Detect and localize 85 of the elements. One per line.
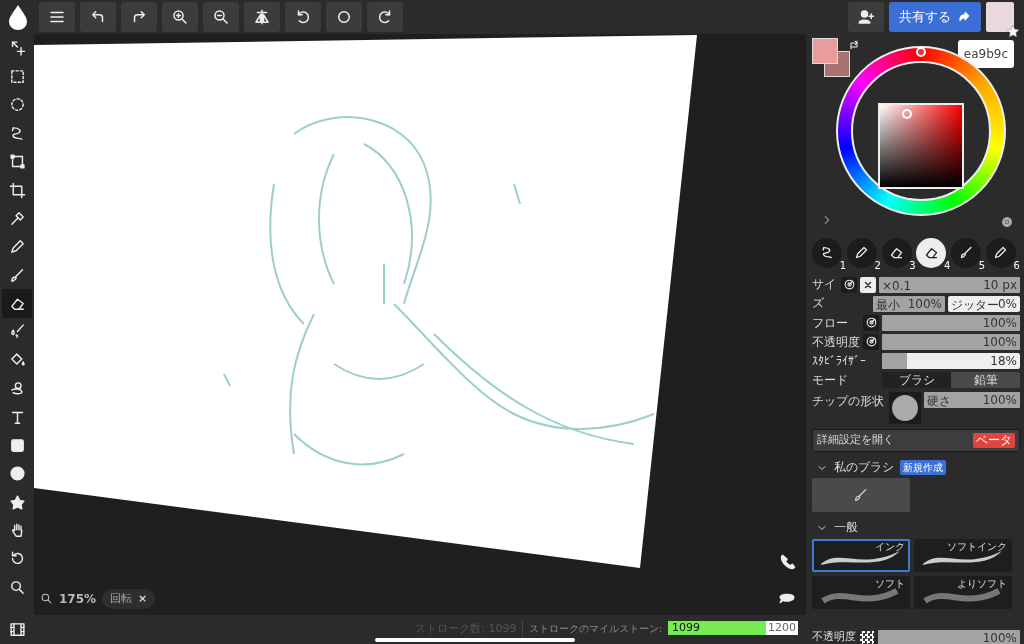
mode-option[interactable]: ブラシ <box>882 371 951 388</box>
stroke-preview-icon <box>922 551 1002 567</box>
redo-button[interactable] <box>121 2 157 32</box>
pressure-toggle-icon[interactable] <box>864 335 878 348</box>
flow-slider[interactable]: 100% <box>882 314 1020 331</box>
new-badge[interactable]: 新規作成 <box>900 459 946 475</box>
brush-preset[interactable]: ソフトインク <box>914 539 1012 572</box>
mode-label: モード <box>812 371 849 389</box>
flow-label: フロー <box>812 314 849 332</box>
undo-button[interactable] <box>80 2 116 32</box>
layer-opacity-label: 不透明度 <box>812 629 856 644</box>
section-title[interactable]: 一般 <box>834 518 858 536</box>
swap-colors-icon[interactable] <box>848 39 860 51</box>
flip-icon <box>253 8 271 26</box>
zoom-in-button[interactable] <box>162 2 198 32</box>
brush-preset[interactable]: インク <box>812 539 910 572</box>
hardness-slider[interactable]: 硬さ 100% <box>924 392 1020 408</box>
menu-button[interactable] <box>39 2 75 32</box>
reset-rotation-button[interactable] <box>326 2 362 32</box>
ellipse-select-icon[interactable] <box>8 96 26 114</box>
opacity-slider[interactable]: 100% <box>882 333 1020 350</box>
drop-logo-icon <box>7 4 29 30</box>
hue-handle[interactable] <box>916 47 926 57</box>
tip-shape-preview[interactable] <box>889 392 921 424</box>
pressure-toggle-icon[interactable] <box>864 316 878 329</box>
tool-icon <box>923 245 939 260</box>
zoom-icon <box>40 592 53 606</box>
zoom-out-icon <box>212 8 230 26</box>
pressure-toggle-icon[interactable] <box>842 278 856 291</box>
tool-icon <box>889 245 905 260</box>
zoom-out-button[interactable] <box>203 2 239 32</box>
tool-icon <box>993 245 1009 260</box>
blend-icon[interactable] <box>8 323 26 341</box>
milestone-progress: 1099 1200 <box>668 621 798 635</box>
star-icon <box>1006 24 1020 38</box>
opacity-label: 不透明度 <box>812 333 860 351</box>
rotate-left-button[interactable] <box>285 2 321 32</box>
tool-icon <box>854 245 870 260</box>
size-label: サイズ <box>812 276 837 312</box>
tool-icon <box>958 245 974 260</box>
share-button[interactable]: 共有する <box>889 2 981 32</box>
brush-icon[interactable] <box>8 266 26 284</box>
layer-opacity-slider[interactable]: 100% <box>878 629 1020 644</box>
stroke-preview-icon <box>820 588 900 604</box>
star-icon[interactable] <box>8 493 26 511</box>
stroke-preview-icon <box>922 588 1002 604</box>
hex-color-field[interactable]: ea9b9c <box>957 40 1014 68</box>
brush-preset[interactable]: ソフト <box>812 576 910 609</box>
rotate-right-button[interactable] <box>367 2 403 32</box>
circle-icon <box>335 8 353 26</box>
crop-icon[interactable] <box>8 181 26 199</box>
circle-icon[interactable] <box>8 465 26 483</box>
min-size-slider[interactable]: 最小 100% <box>873 295 945 312</box>
phone-icon[interactable] <box>778 553 796 571</box>
stabilizer-label: ｽﾀﾋﾞﾗｲｻﾞｰ <box>812 352 867 370</box>
share-arrow-icon <box>957 10 971 24</box>
add-user-icon <box>857 8 875 26</box>
primary-color-swatch[interactable] <box>812 38 838 64</box>
transparency-icon <box>860 630 874 644</box>
add-brush-icon <box>853 487 869 503</box>
search-icon[interactable] <box>8 578 26 596</box>
zoom-in-icon <box>171 8 189 26</box>
tip-shape-label: チップの形状 <box>812 393 884 410</box>
transform-icon[interactable] <box>8 153 26 171</box>
invite-user-button[interactable] <box>848 2 884 32</box>
mode-option[interactable]: 鉛筆 <box>951 371 1020 388</box>
beta-badge: ベータ <box>973 433 1015 448</box>
film-icon[interactable] <box>8 621 26 639</box>
size-slider[interactable]: ×0.1 10 px <box>879 276 1020 293</box>
square-icon[interactable] <box>8 436 26 454</box>
color-picker-handle[interactable] <box>902 109 912 119</box>
stroke-preview-icon <box>820 551 900 567</box>
advanced-settings-button[interactable]: 詳細設定を開く ベータ <box>812 429 1020 452</box>
flip-button[interactable] <box>244 2 280 32</box>
zoom-level: 175% <box>59 590 97 608</box>
jitter-slider[interactable]: ジッター0% <box>948 295 1020 312</box>
pencil-icon[interactable] <box>8 238 26 256</box>
brush-preset[interactable]: よりソフト <box>914 576 1012 609</box>
section-title[interactable]: 私のブラシ <box>834 458 894 476</box>
saturation-value-square[interactable] <box>878 103 964 189</box>
rect-select-icon[interactable] <box>8 68 26 86</box>
stabilizer-slider[interactable]: 18% <box>882 352 1020 369</box>
rotation-chip[interactable]: 回転 × <box>102 588 156 609</box>
milestone-label: ストロークのマイルストーン: <box>528 622 662 636</box>
bucket-icon[interactable] <box>8 351 26 369</box>
